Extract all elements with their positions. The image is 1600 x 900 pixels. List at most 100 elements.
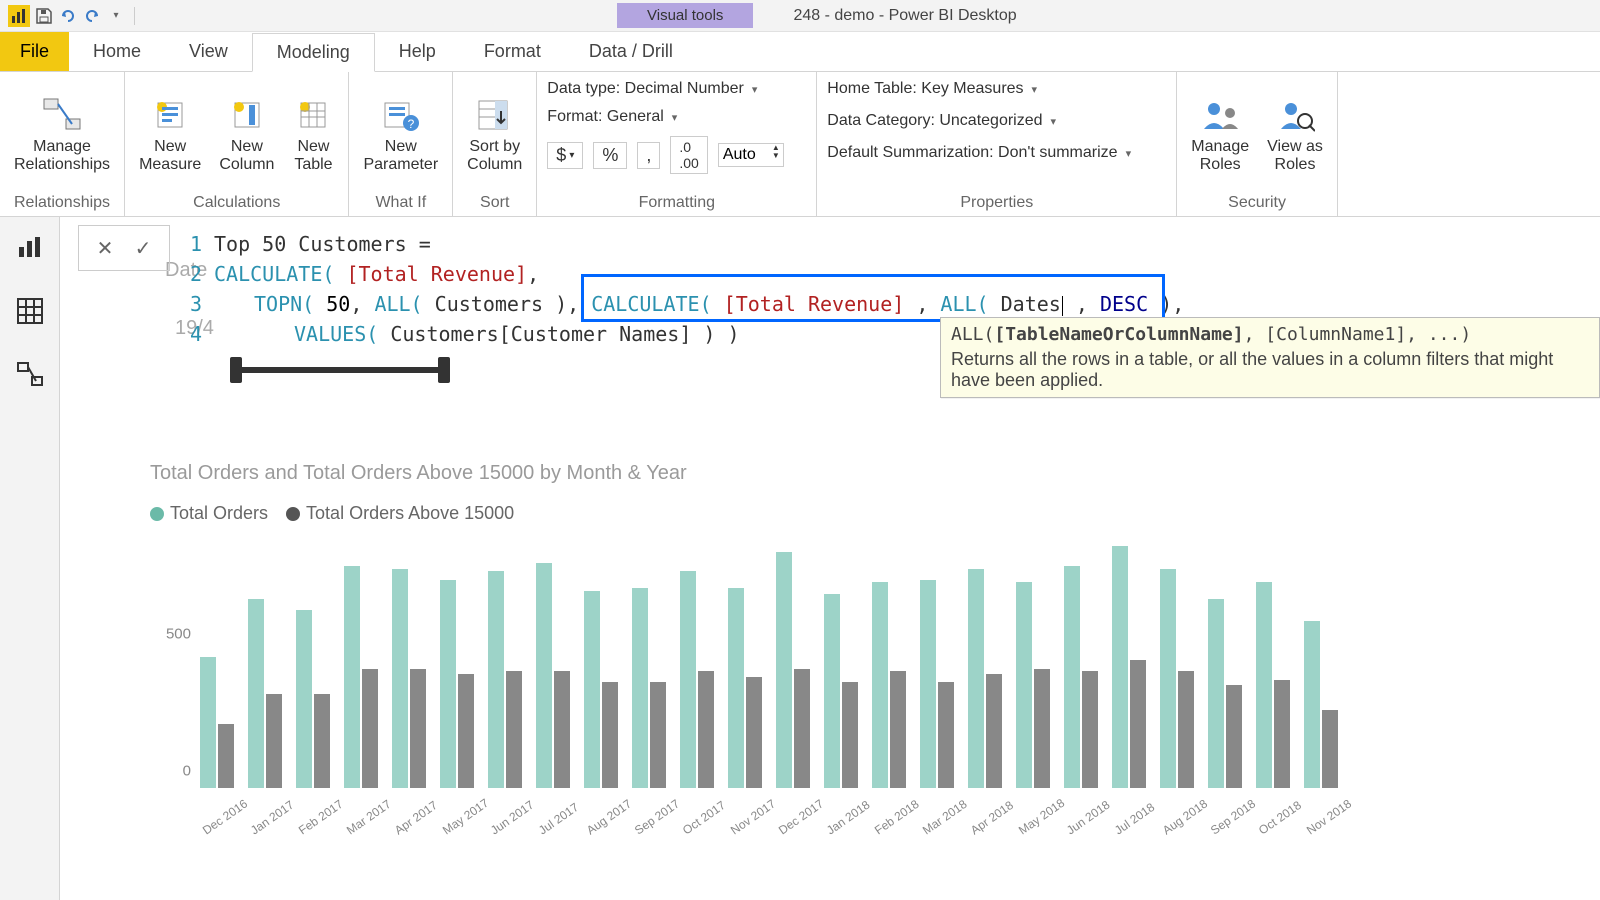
bar-group [392,569,426,788]
manage-relationships-button[interactable]: Manage Relationships [8,90,116,177]
formula-text: , [350,292,374,316]
x-tick-label: Feb 2017 [296,806,332,837]
bar-group [296,610,330,788]
formula-text: DESC [1100,292,1148,316]
bar-group [248,599,282,788]
model-view-button[interactable] [12,357,48,393]
data-category-dropdown[interactable]: Data Category: Uncategorized [825,108,1058,134]
legend-marker-1 [150,507,164,521]
new-table-button[interactable]: New Table [286,90,340,177]
x-tick-label: Apr 2018 [968,806,1004,837]
group-label-formatting: Formatting [545,192,808,214]
formula-text: 50 [326,292,350,316]
bar-group [1208,599,1242,788]
decimal-places-spinner[interactable]: ▲▼ [718,143,784,167]
bar-series-1 [296,610,312,788]
format-dropdown[interactable]: Format: General [545,104,679,130]
bar-series-2 [362,669,378,788]
bar-series-1 [536,563,552,788]
ribbon: Manage Relationships Relationships New M… [0,72,1600,217]
bar-group [632,588,666,788]
bar-series-2 [266,694,282,788]
bar-series-2 [1274,680,1290,788]
report-canvas[interactable]: Date 19/4 ✕ ✓ 1Top 50 Customers = 2CALCU… [60,217,1600,900]
decimal-places-input[interactable] [719,144,769,166]
qat-customize-icon[interactable]: ▾ [106,6,126,26]
bar-group [1016,582,1050,788]
tab-file[interactable]: File [0,32,69,71]
view-as-roles-button[interactable]: View as Roles [1261,90,1329,177]
formula-text: ), [1148,292,1184,316]
svg-text:?: ? [407,117,414,131]
ribbon-tabs: File Home View Modeling Help Format Data… [0,32,1600,72]
default-summarization-dropdown[interactable]: Default Summarization: Don't summarize [825,140,1133,166]
save-icon[interactable] [34,6,54,26]
bar-series-1 [1064,566,1080,788]
formula-text: [Total Revenue] [724,292,905,316]
tab-data-drill[interactable]: Data / Drill [565,32,697,71]
commit-formula-button[interactable]: ✓ [129,234,157,262]
formula-text: ALL( [374,292,434,316]
chart-visual[interactable]: Total Orders and Total Orders Above 1500… [150,462,1570,818]
tab-help[interactable]: Help [375,32,460,71]
new-measure-button[interactable]: New Measure [133,90,207,177]
undo-icon[interactable] [58,6,78,26]
bar-series-1 [872,582,888,788]
table-icon [292,94,334,136]
bar-series-2 [218,724,234,788]
bar-series-2 [938,682,954,788]
tab-modeling[interactable]: Modeling [252,33,375,72]
x-tick-label: Apr 2017 [392,806,428,837]
column-icon [226,94,268,136]
comma-format-button[interactable]: , [637,142,660,169]
data-view-button[interactable] [12,293,48,329]
measure-icon [149,94,191,136]
formula-text: , [904,292,940,316]
tab-format[interactable]: Format [460,32,565,71]
legend-label-1: Total Orders [170,503,268,523]
data-type-dropdown[interactable]: Data type: Decimal Number [545,76,759,102]
bars-container [200,538,1570,788]
group-label-sort: Sort [461,192,528,214]
legend-marker-2 [286,507,300,521]
formula-text: VALUES( [294,322,390,346]
home-table-dropdown[interactable]: Home Table: Key Measures [825,76,1039,102]
chart-legend: Total Orders Total Orders Above 15000 [150,503,1570,524]
bar-series-1 [632,588,648,788]
new-column-button[interactable]: New Column [213,90,280,177]
spin-down-icon[interactable]: ▼ [769,152,783,160]
cancel-formula-button[interactable]: ✕ [91,234,119,262]
slider-handle-end[interactable] [438,357,450,383]
group-label-whatif: What If [357,192,444,214]
window-title: 248 - demo - Power BI Desktop [793,7,1016,25]
sort-by-column-button[interactable]: Sort by Column [461,90,528,177]
x-tick-label: May 2017 [440,806,476,837]
tab-home[interactable]: Home [69,32,165,71]
percent-format-button[interactable]: % [593,142,627,169]
bar-series-2 [986,674,1002,788]
tab-view[interactable]: View [165,32,252,71]
decimal-format-button[interactable]: .0.00 [670,136,707,174]
report-view-button[interactable] [12,229,48,265]
x-tick-label: Aug 2018 [1160,806,1196,837]
bar-group [1160,569,1194,788]
date-slider-track[interactable] [230,367,450,373]
bar-series-2 [1034,669,1050,788]
redo-icon[interactable] [82,6,102,26]
new-parameter-button[interactable]: ? New Parameter [357,90,444,177]
bar-group [200,657,234,788]
y-tick: 0 [183,763,191,780]
sort-by-column-label: Sort by Column [467,138,522,173]
new-measure-label: New Measure [139,138,201,173]
intellisense-tooltip: ALL([TableNameOrColumnName], [ColumnName… [940,317,1600,398]
chart-title: Total Orders and Total Orders Above 1500… [150,462,1570,485]
currency-format-button[interactable]: $ ▾ [547,142,583,169]
legend-label-2: Total Orders Above 15000 [306,503,514,523]
manage-roles-button[interactable]: Manage Roles [1185,90,1255,177]
slider-handle-start[interactable] [230,357,242,383]
chart-plot-area: 0 500 Dec 2016Jan 2017Feb 2017Mar 2017Ap… [200,538,1570,818]
x-tick-label: Sep 2018 [1208,806,1244,837]
bar-series-2 [650,682,666,788]
x-tick-label: Mar 2017 [344,806,380,837]
bar-series-2 [506,671,522,788]
